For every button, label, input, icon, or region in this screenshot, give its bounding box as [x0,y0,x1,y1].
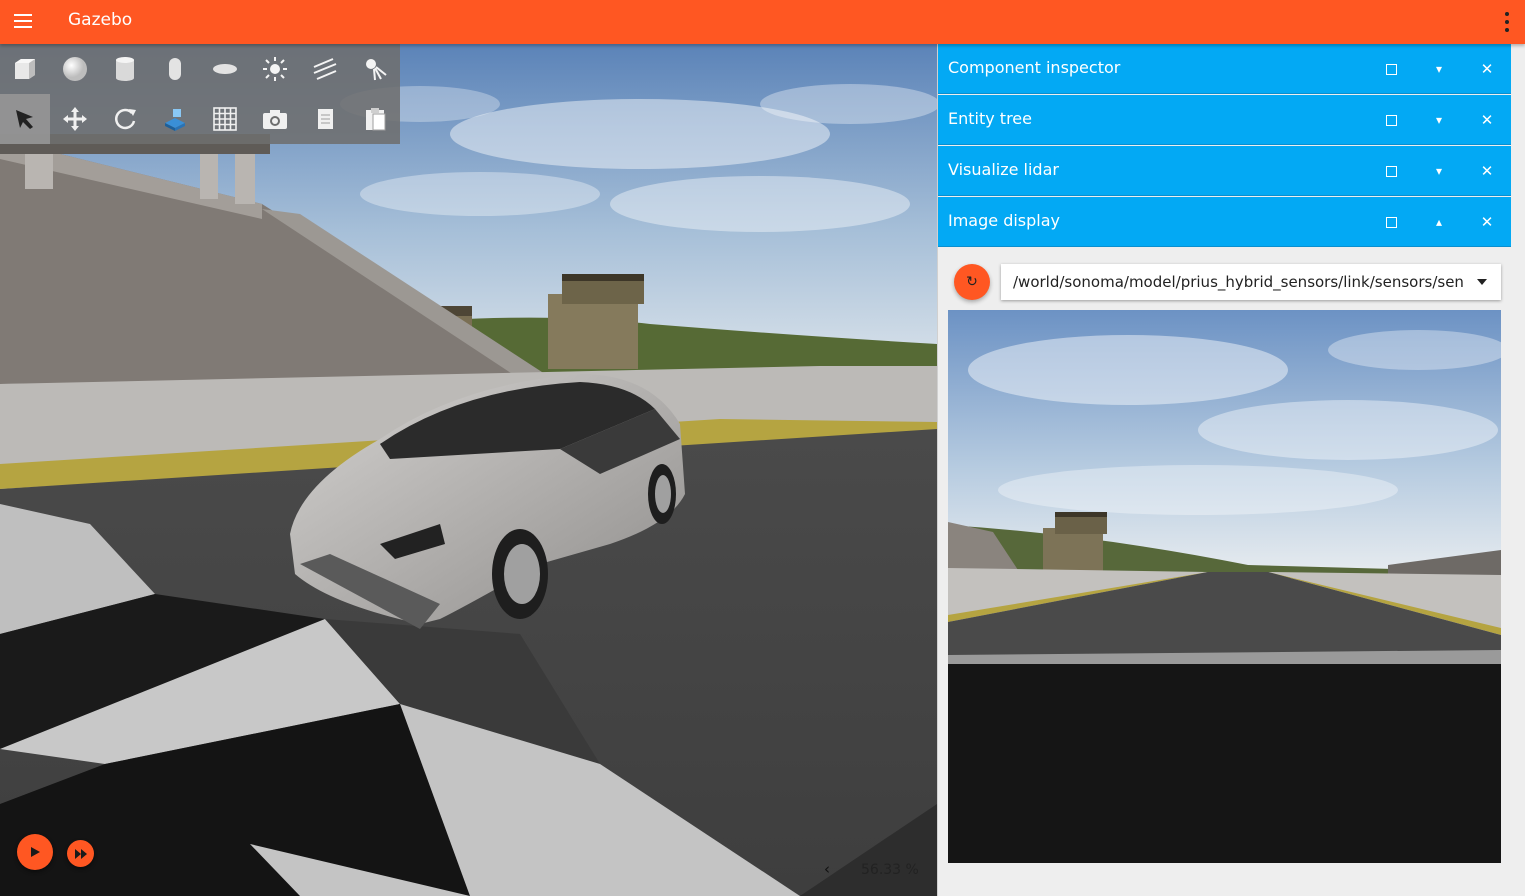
real-time-factor: 56.33 % [861,862,919,878]
topic-selected-value: /world/sonoma/model/prius_hybrid_sensors… [1013,273,1463,291]
collapse-icon[interactable]: ▾ [1421,44,1457,94]
cylinder-icon [116,57,134,81]
collapse-icon[interactable]: ▾ [1421,146,1457,196]
close-icon[interactable]: ✕ [1469,197,1505,247]
stats-expand-chevron-icon[interactable]: ‹ [824,860,840,880]
spot-light-icon [366,59,387,81]
select-arrow-icon [16,110,33,129]
paste-icon [366,108,386,131]
box-button[interactable] [0,44,50,94]
close-icon[interactable]: ✕ [1469,44,1505,94]
refresh-button[interactable]: ↻ [954,264,990,300]
shapes-toolbar [0,44,400,144]
topic-dropdown[interactable]: /world/sonoma/model/prius_hybrid_sensors… [1001,264,1501,300]
sphere-button[interactable] [50,44,100,94]
fast-forward-icon [74,848,87,859]
play-button[interactable] [17,834,53,870]
capsule-icon [169,58,181,80]
collapse-icon[interactable]: ▾ [1421,95,1457,145]
dropdown-caret-icon [1477,279,1487,285]
app-title: Gazebo [68,10,133,30]
cylinder-button[interactable] [100,44,150,94]
panel-title: Visualize lidar [948,160,1059,179]
directional-light-icon [313,58,337,80]
panel-title: Entity tree [948,109,1032,128]
translate-mode-button[interactable] [50,94,100,144]
select-mode-button[interactable] [0,94,50,144]
camera-image [948,310,1501,863]
resource-spawner-button[interactable] [150,94,200,144]
close-icon[interactable]: ✕ [1469,95,1505,145]
panel-header-component-inspector[interactable]: Component inspector ▾ ✕ [938,44,1511,94]
copy-button[interactable] [300,94,350,144]
expand-icon[interactable]: ▴ [1421,197,1457,247]
screenshot-button[interactable] [250,94,300,144]
panel-header-image-display[interactable]: Image display ▴ ✕ [938,197,1511,247]
ellipsoid-button[interactable] [200,44,250,94]
panel-header-entity-tree[interactable]: Entity tree ▾ ✕ [938,95,1511,145]
panel-title: Image display [948,211,1061,230]
step-forward-button[interactable] [67,840,94,867]
copy-icon [318,109,333,129]
rotate-icon [114,108,136,130]
screenshot-camera-icon [263,110,287,129]
float-window-icon[interactable] [1373,44,1409,94]
close-icon[interactable]: ✕ [1469,146,1505,196]
hamburger-menu-icon[interactable] [12,10,36,34]
directional-light-button[interactable] [300,44,350,94]
3d-scene-viewport[interactable] [0,44,937,896]
overflow-menu-icon[interactable] [1503,12,1511,32]
spot-light-button[interactable] [350,44,400,94]
panel-header-visualize-lidar[interactable]: Visualize lidar ▾ ✕ [938,146,1511,196]
grid-button[interactable] [200,94,250,144]
point-light-icon [263,57,287,81]
capsule-button[interactable] [150,44,200,94]
sphere-icon [63,57,87,81]
refresh-icon: ↻ [966,274,978,290]
float-window-icon[interactable] [1373,197,1409,247]
image-display-body: ↻ /world/sonoma/model/prius_hybrid_senso… [938,247,1511,896]
plugin-side-panel: Component inspector ▾ ✕ Entity tree ▾ ✕ … [937,44,1525,896]
grid-snap-icon [213,107,237,131]
fuel-resource-icon [165,109,185,131]
point-light-button[interactable] [250,44,300,94]
paste-button[interactable] [350,94,400,144]
ellipsoid-icon [213,64,237,74]
box-icon [15,59,35,79]
app-bar: Gazebo [0,0,1525,44]
panel-title: Component inspector [948,58,1121,77]
rotate-mode-button[interactable] [100,94,150,144]
translate-icon [63,107,87,131]
float-window-icon[interactable] [1373,146,1409,196]
play-icon [31,847,40,857]
float-window-icon[interactable] [1373,95,1409,145]
